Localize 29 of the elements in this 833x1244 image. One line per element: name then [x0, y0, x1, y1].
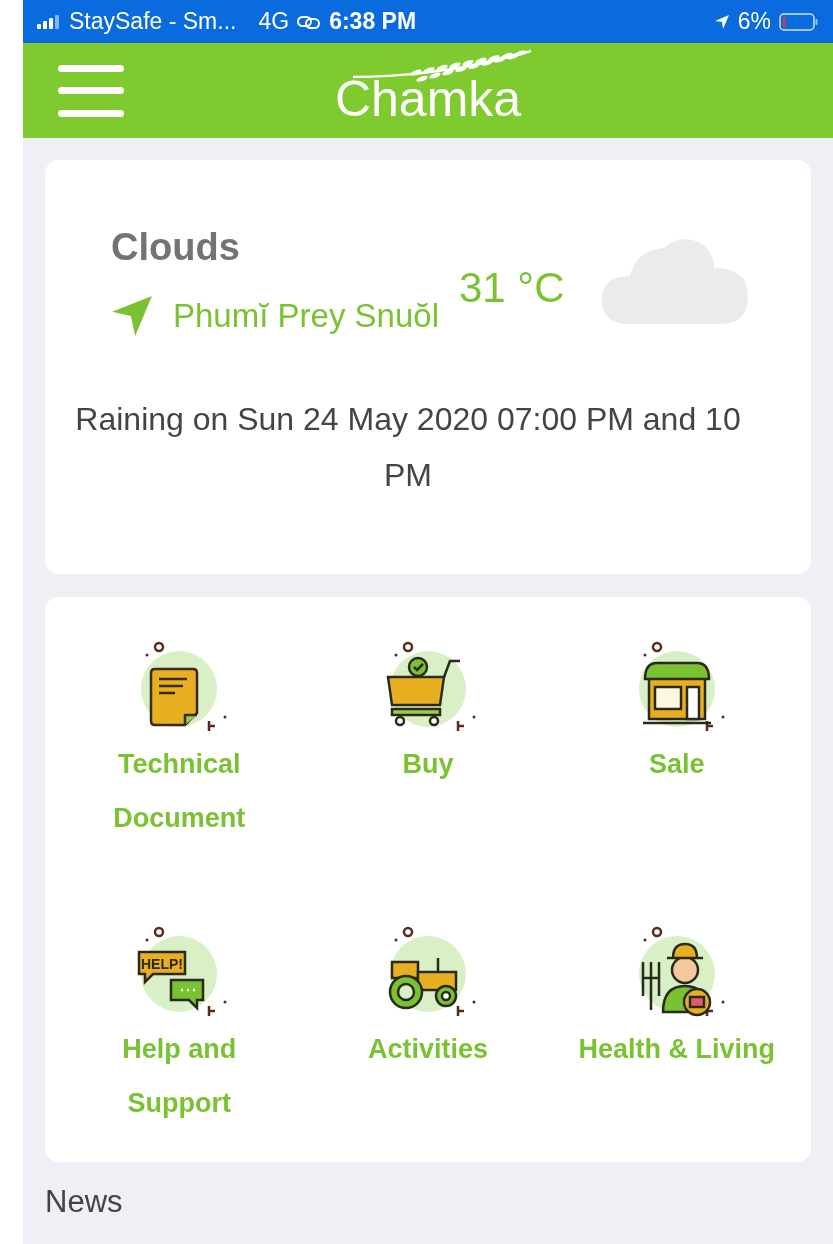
weather-condition: Clouds	[111, 226, 241, 269]
menu-tile[interactable]: Sale	[552, 637, 801, 902]
menu-button[interactable]	[58, 62, 124, 119]
clock-time: 6:38 PM	[329, 8, 417, 35]
help-icon	[138, 926, 227, 1018]
menu-tile[interactable]: Technical Document	[55, 637, 304, 902]
location-arrow-icon	[713, 13, 730, 30]
app-logo: Chamka	[334, 75, 522, 123]
menu-tile[interactable]: Activities	[303, 922, 553, 1187]
document-icon	[141, 641, 227, 733]
help-label: HELP!	[141, 956, 184, 972]
tractor-icon	[388, 926, 476, 1018]
location-arrow-icon	[111, 295, 153, 337]
menu-tile[interactable]: HELP! Help and Support	[55, 922, 304, 1187]
signal-icon	[37, 14, 61, 29]
shop-icon	[638, 641, 725, 733]
carrier-name: StaySafe - Sm...	[69, 8, 237, 35]
network-type: 4G	[258, 8, 290, 35]
menu-tile[interactable]: Buy	[303, 637, 553, 902]
link-icon	[297, 14, 322, 29]
news-heading: News	[45, 1184, 124, 1220]
menu-tile[interactable]: Health & Living	[552, 922, 801, 1187]
farmer-icon	[638, 926, 725, 1018]
forecast-text: Raining on Sun 24 May 2020 07:00 PM and 10 PM	[74, 400, 742, 495]
location-name: Phumĭ Prey Snuŏl	[173, 297, 439, 335]
cart-icon	[386, 641, 476, 733]
battery-percent: 6%	[737, 8, 771, 35]
temperature: 31 °C	[458, 264, 565, 312]
battery-icon	[779, 11, 819, 32]
